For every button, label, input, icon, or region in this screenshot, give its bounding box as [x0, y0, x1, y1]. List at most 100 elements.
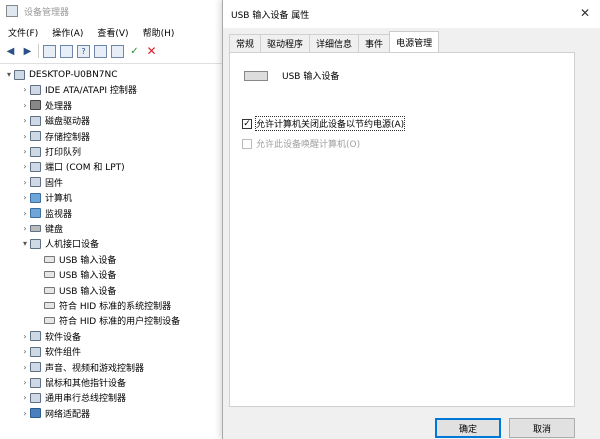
tab-details[interactable]: 详细信息 — [309, 34, 360, 52]
forward-arrow-icon[interactable]: ▶ — [21, 45, 34, 58]
menu-view[interactable]: 查看(V) — [89, 26, 134, 39]
expand-arrow-icon[interactable]: › — [20, 209, 30, 218]
tree-node[interactable]: › 磁盘驱动器 — [20, 113, 90, 128]
tree-node[interactable]: › 存储控制器 — [20, 129, 90, 144]
expand-arrow-icon[interactable]: › — [20, 147, 30, 156]
usb-ctrl-icon — [30, 392, 41, 403]
tree-node[interactable]: › 鼠标和其他指针设备 — [20, 375, 126, 390]
expand-arrow-icon[interactable]: › — [20, 409, 30, 418]
expand-arrow-icon[interactable]: › — [20, 347, 30, 356]
tree-node-label: 声音、视频和游戏控制器 — [45, 363, 145, 374]
tree-node[interactable]: › 声音、视频和游戏控制器 — [20, 360, 144, 375]
menu-action[interactable]: 操作(A) — [44, 26, 89, 39]
port-icon — [30, 161, 41, 172]
tab-driver[interactable]: 驱动程序 — [260, 34, 311, 52]
tree-node[interactable]: ▾ 人机接口设备 — [20, 236, 99, 251]
usb-icon — [44, 271, 55, 279]
tree-node-label: 监视器 — [45, 209, 73, 220]
expand-arrow-icon[interactable]: › — [20, 193, 30, 202]
expand-arrow-icon[interactable]: › — [20, 378, 30, 387]
uninstall-icon[interactable]: ✕ — [145, 44, 158, 58]
expand-arrow-icon[interactable]: › — [20, 224, 30, 233]
expand-arrow-icon[interactable]: › — [20, 85, 30, 94]
power-management-panel: USB 输入设备 ✓ 允许计算机关闭此设备以节约电源(A) 允许此设备唤醒计算机… — [229, 52, 575, 407]
tree-node[interactable]: › 键盘 — [20, 221, 63, 236]
expand-arrow-icon[interactable]: › — [20, 162, 30, 171]
sound-icon — [30, 362, 41, 373]
expand-arrow-icon[interactable]: › — [20, 332, 30, 341]
cancel-button[interactable]: 取消 — [509, 418, 575, 438]
expand-arrow-icon[interactable]: › — [20, 132, 30, 141]
toolbar-separator — [38, 44, 39, 58]
hid-icon — [30, 238, 41, 249]
close-icon[interactable]: ✕ — [580, 6, 590, 20]
expand-arrow-icon[interactable]: › — [20, 101, 30, 110]
tree-node[interactable]: › 监视器 — [20, 206, 72, 221]
disk-icon — [30, 115, 41, 126]
allow-wake-label: 允许此设备唤醒计算机(O) — [256, 140, 361, 150]
tree-node[interactable]: USB 输入设备 — [34, 267, 116, 282]
ide-icon — [30, 84, 41, 95]
tree-node-label: USB 输入设备 — [59, 255, 117, 266]
back-arrow-icon[interactable]: ◀ — [4, 45, 17, 58]
properties-icon[interactable] — [43, 44, 56, 58]
tree-node-label: 处理器 — [45, 101, 73, 112]
tree-node[interactable]: › 端口 (COM 和 LPT) — [20, 159, 125, 174]
tree-node-label: 磁盘驱动器 — [45, 117, 91, 128]
allow-power-off-label: 允许计算机关闭此设备以节约电源(A) — [254, 116, 406, 131]
device-name: USB 输入设备 — [282, 72, 340, 82]
software-icon — [30, 346, 41, 357]
help-icon[interactable]: ? — [77, 44, 90, 58]
menu-help[interactable]: 帮助(H) — [135, 26, 181, 39]
tree-node[interactable]: › 软件组件 — [20, 344, 81, 359]
toolbar: ◀ ▶ ? ✓ ✕ — [0, 42, 230, 60]
tab-power-management[interactable]: 电源管理 — [389, 31, 440, 52]
tab-strip: 常规 驱动程序 详细信息 事件 电源管理 — [229, 31, 440, 52]
ok-button[interactable]: 确定 — [435, 418, 501, 438]
expand-arrow-icon[interactable]: ▾ — [4, 70, 14, 79]
monitor-icon[interactable] — [111, 44, 124, 58]
tree-node[interactable]: 符合 HID 标准的系统控制器 — [34, 298, 171, 313]
device-manager-app-icon — [6, 5, 18, 17]
tree-node[interactable]: USB 输入设备 — [34, 252, 116, 267]
tree-node[interactable]: › 网络适配器 — [20, 406, 90, 421]
expand-arrow-icon[interactable]: › — [20, 393, 30, 402]
tree-node-label: 固件 — [45, 178, 64, 189]
tree-node[interactable]: 符合 HID 标准的用户控制设备 — [34, 313, 180, 328]
tree-node-label: 通用串行总线控制器 — [45, 394, 127, 405]
menu-bar: 文件(F) 操作(A) 查看(V) 帮助(H) — [0, 23, 230, 41]
tree-node[interactable]: › IDE ATA/ATAPI 控制器 — [20, 82, 137, 97]
list-view-icon[interactable] — [60, 44, 73, 58]
resources-icon[interactable] — [94, 44, 107, 58]
tab-events[interactable]: 事件 — [358, 34, 391, 52]
network-icon — [30, 408, 41, 419]
allow-power-off-option[interactable]: ✓ 允许计算机关闭此设备以节约电源(A) — [242, 116, 406, 131]
expand-arrow-icon[interactable]: › — [20, 363, 30, 372]
tree-node[interactable]: › 打印队列 — [20, 144, 81, 159]
expand-arrow-icon[interactable]: ▾ — [20, 239, 30, 248]
tree-node-label: 符合 HID 标准的系统控制器 — [59, 302, 172, 312]
tree-node-label: USB 输入设备 — [59, 271, 117, 282]
allow-power-off-checkbox[interactable]: ✓ — [242, 118, 252, 129]
tree-node[interactable]: › 计算机 — [20, 190, 72, 205]
menu-file[interactable]: 文件(F) — [0, 26, 44, 39]
allow-wake-checkbox — [242, 138, 252, 149]
expand-arrow-icon[interactable]: › — [20, 116, 30, 125]
usb-icon — [44, 255, 55, 263]
tree-node[interactable]: USB 输入设备 — [34, 283, 116, 298]
tree-node[interactable]: › 固件 — [20, 175, 63, 190]
dialog-title: USB 输入设备 属性 — [231, 10, 310, 21]
scan-hardware-icon[interactable]: ✓ — [128, 45, 141, 58]
tree-node[interactable]: › 软件设备 — [20, 329, 81, 344]
tab-general[interactable]: 常规 — [229, 34, 262, 52]
tree-node[interactable]: ▾ DESKTOP-U0BN7NC — [4, 67, 118, 82]
expand-arrow-icon[interactable]: › — [20, 178, 30, 187]
usb-icon — [44, 286, 55, 294]
tree-node-label: IDE ATA/ATAPI 控制器 — [45, 86, 137, 97]
allow-wake-option: 允许此设备唤醒计算机(O) — [242, 137, 360, 150]
tree-node[interactable]: › 通用串行总线控制器 — [20, 390, 126, 405]
monitor-icon — [30, 208, 41, 219]
tree-node-label: 端口 (COM 和 LPT) — [45, 163, 125, 174]
monitor-icon — [30, 192, 41, 203]
tree-node[interactable]: › 处理器 — [20, 98, 72, 113]
